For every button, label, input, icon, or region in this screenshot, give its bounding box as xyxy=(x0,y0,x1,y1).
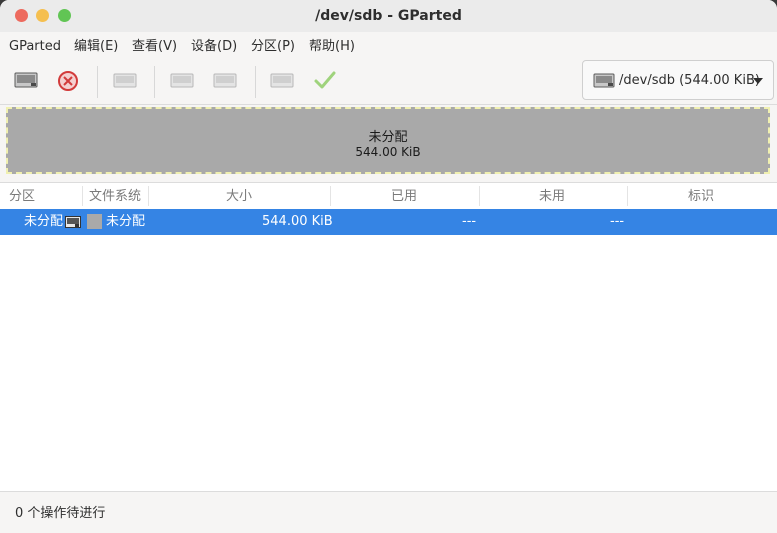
title-bar: /dev/sdb - GParted xyxy=(0,0,777,32)
toolbar-separator xyxy=(97,66,98,98)
window-title: /dev/sdb - GParted xyxy=(315,8,462,24)
table-header: 分区 文件系统 大小 已用 未用 标识 xyxy=(0,183,777,210)
column-header-filesystem[interactable]: 文件系统 xyxy=(89,183,141,209)
toolbar-separator xyxy=(255,66,256,98)
paste-button[interactable] xyxy=(211,67,241,95)
cell-used: --- xyxy=(462,214,477,229)
column-divider xyxy=(627,186,628,206)
column-header-flags[interactable]: 标识 xyxy=(688,183,714,209)
menu-device[interactable]: 设备(D) xyxy=(191,32,237,60)
cell-filesystem: 未分配 xyxy=(106,214,146,229)
column-divider xyxy=(479,186,480,206)
status-bar: 0 个操作待进行 xyxy=(0,491,777,533)
new-partition-icon xyxy=(14,72,38,88)
toolbar: /dev/sdb (544.00 KiB) xyxy=(0,60,777,105)
drive-icon xyxy=(65,216,81,228)
device-selector-label: /dev/sdb (544.00 KiB) xyxy=(619,73,760,88)
menu-view[interactable]: 查看(V) xyxy=(132,32,177,60)
resize-move-button[interactable] xyxy=(111,67,141,95)
cell-size: 544.00 KiB xyxy=(262,214,333,229)
undo-icon xyxy=(270,73,294,88)
partition-table: 分区 文件系统 大小 已用 未用 标识 未分配 未分配 544.00 KiB -… xyxy=(0,182,777,492)
menu-bar: GParted 编辑(E) 查看(V) 设备(D) 分区(P) 帮助(H) xyxy=(0,32,777,60)
chevron-down-icon xyxy=(753,78,763,84)
checkmark-icon xyxy=(314,71,336,89)
pending-operations-status: 0 个操作待进行 xyxy=(15,506,106,521)
column-divider xyxy=(82,186,83,206)
disk-map-unallocated[interactable]: 未分配 544.00 KiB xyxy=(6,107,770,174)
resize-move-icon xyxy=(113,73,137,88)
copy-icon xyxy=(170,73,194,88)
toolbar-separator xyxy=(154,66,155,98)
disk-map-size: 544.00 KiB xyxy=(355,145,421,159)
device-selector[interactable]: /dev/sdb (544.00 KiB) xyxy=(582,60,774,100)
delete-icon xyxy=(58,71,78,91)
delete-partition-button[interactable] xyxy=(54,67,84,95)
menu-gparted[interactable]: GParted xyxy=(9,32,61,60)
column-divider xyxy=(330,186,331,206)
cell-partition: 未分配 xyxy=(24,214,64,229)
column-header-unused[interactable]: 未用 xyxy=(539,183,565,209)
column-divider xyxy=(148,186,149,206)
filesystem-color-swatch xyxy=(87,214,102,229)
apply-button[interactable] xyxy=(311,67,341,95)
disk-map-label: 未分配 xyxy=(368,130,408,145)
new-partition-button[interactable] xyxy=(12,67,42,95)
undo-button[interactable] xyxy=(268,67,298,95)
column-header-size[interactable]: 大小 xyxy=(226,183,252,209)
column-header-partition[interactable]: 分区 xyxy=(9,183,35,209)
paste-icon xyxy=(213,73,237,88)
column-header-used[interactable]: 已用 xyxy=(391,183,417,209)
drive-icon xyxy=(593,73,615,88)
copy-button[interactable] xyxy=(168,67,198,95)
menu-partition[interactable]: 分区(P) xyxy=(251,32,295,60)
gparted-window: /dev/sdb - GParted GParted 编辑(E) 查看(V) 设… xyxy=(0,0,777,533)
table-row[interactable]: 未分配 未分配 544.00 KiB --- --- xyxy=(0,209,777,235)
menu-edit[interactable]: 编辑(E) xyxy=(74,32,118,60)
cell-unused: --- xyxy=(610,214,625,229)
menu-help[interactable]: 帮助(H) xyxy=(309,32,355,60)
